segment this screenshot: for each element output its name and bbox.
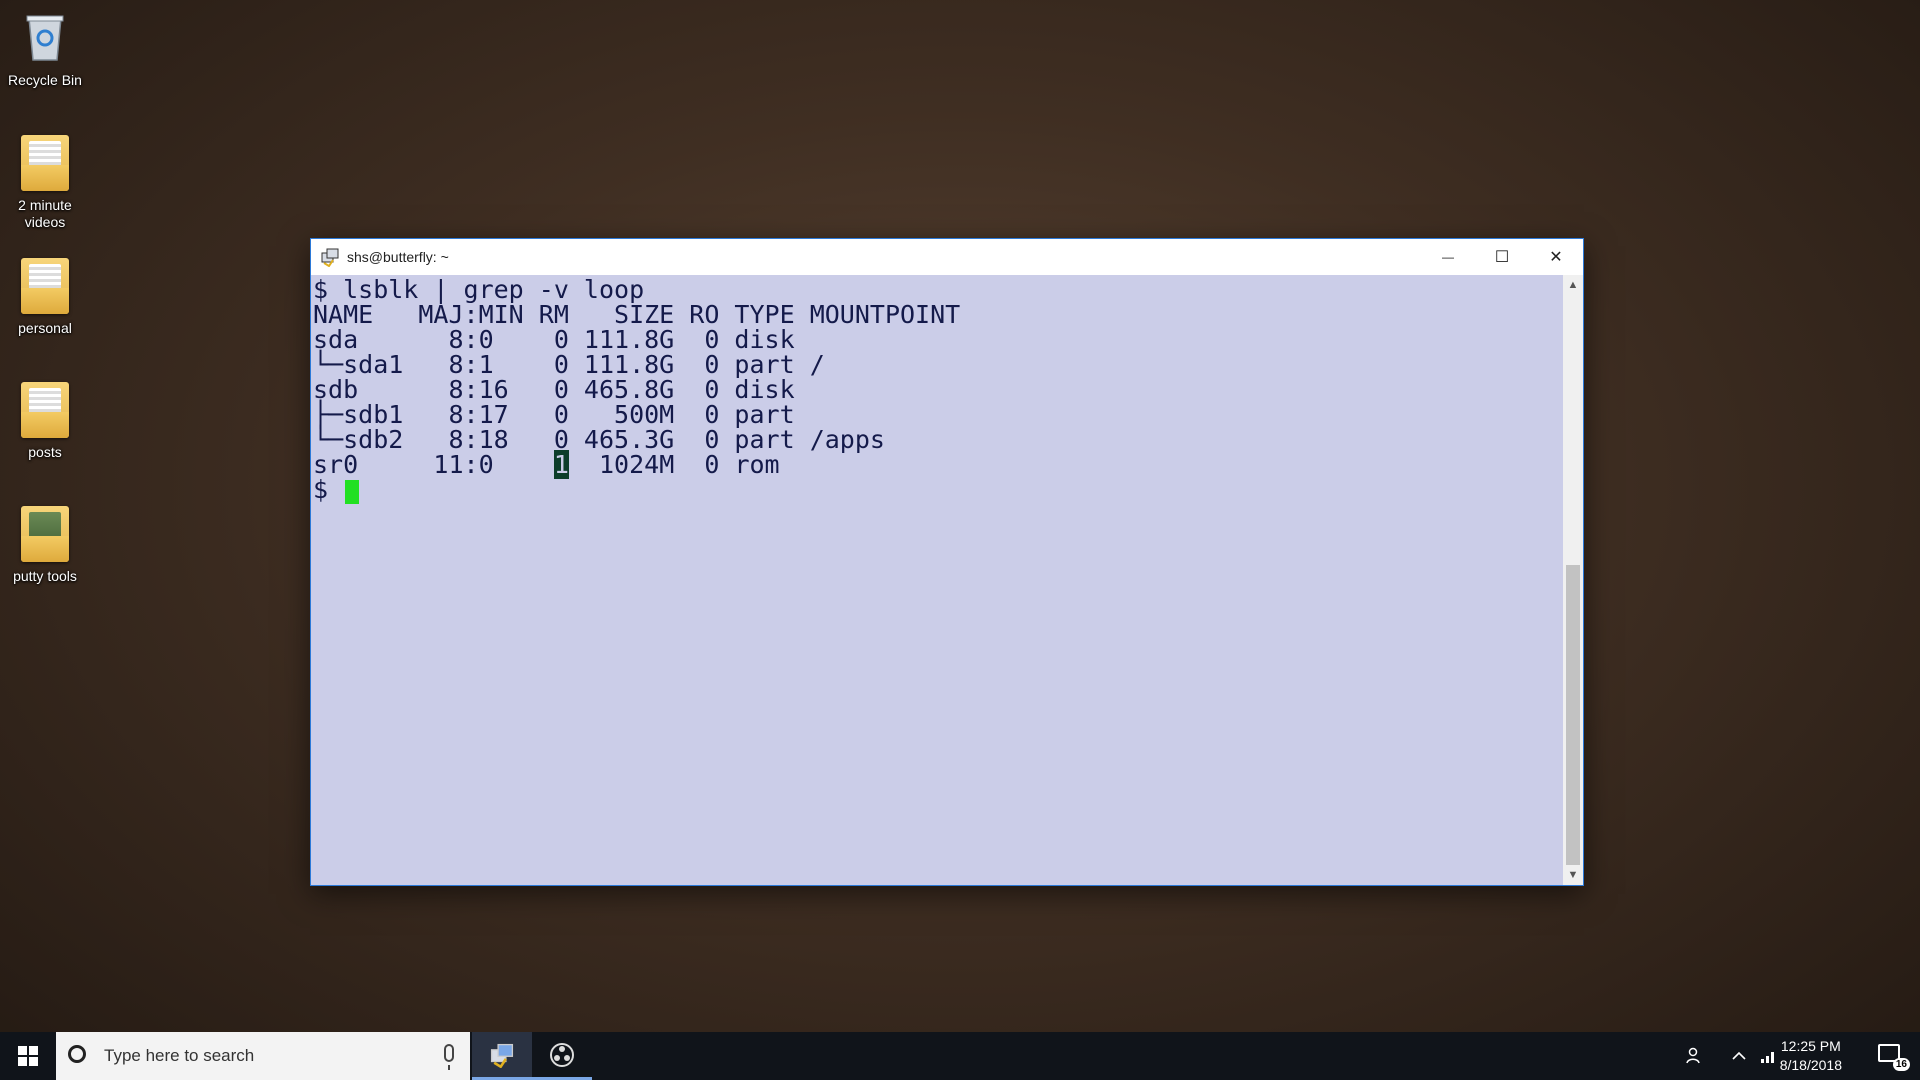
taskbar-search-box[interactable]: Type here to search	[56, 1032, 470, 1080]
maximize-button[interactable]: ☐	[1475, 239, 1529, 275]
clock-time: 12:25 PM	[1780, 1038, 1841, 1054]
terminal-line: NAME MAJ:MIN RM SIZE RO TYPE MOUNTPOINT	[313, 300, 961, 329]
windows-icon	[18, 1046, 38, 1066]
minimize-icon: —	[1442, 250, 1454, 264]
terminal-line: sda 8:0 0 111.8G 0 disk	[313, 325, 795, 354]
scroll-down-icon[interactable]: ▼	[1563, 869, 1583, 881]
close-icon: ✕	[1549, 249, 1563, 266]
desktop-icon-label: 2 minute videos	[18, 197, 72, 230]
terminal-text: sr0 11:0	[313, 450, 554, 479]
taskbar-clock[interactable]: 12:25 PM 8/18/2018	[1780, 1037, 1842, 1075]
search-placeholder: Type here to search	[104, 1046, 255, 1065]
scroll-up-icon[interactable]: ▲	[1563, 279, 1583, 291]
people-icon[interactable]	[1680, 1032, 1710, 1080]
taskbar-app-obs[interactable]	[532, 1032, 592, 1080]
terminal-line: ├─sdb1 8:17 0 500M 0 part	[313, 400, 795, 429]
desktop-icon-label: Recycle Bin	[8, 72, 82, 88]
close-button[interactable]: ✕	[1529, 239, 1583, 275]
desktop-icon-label: posts	[28, 444, 62, 460]
start-button[interactable]	[0, 1032, 56, 1080]
folder-icon	[21, 258, 69, 314]
window-title: shs@butterfly: ~	[347, 249, 449, 265]
taskbar: Type here to search 12:25 PM 8/18/2018 1…	[0, 1032, 1920, 1080]
putty-icon	[321, 248, 339, 267]
chevron-up-icon[interactable]	[1724, 1032, 1754, 1080]
terminal-line: $ lsblk | grep -v loop	[313, 275, 645, 304]
taskbar-app-putty[interactable]	[472, 1032, 532, 1080]
terminal-cursor	[345, 480, 359, 504]
terminal-line: sdb 8:16 0 465.8G 0 disk	[313, 375, 795, 404]
desktop-icon-posts[interactable]: posts	[0, 382, 90, 461]
microphone-icon[interactable]	[444, 1044, 454, 1070]
desktop-icon-label: putty tools	[13, 568, 77, 584]
maximize-icon: ☐	[1494, 249, 1510, 266]
folder-icon	[21, 382, 69, 438]
vertical-scrollbar[interactable]: ▲ ▼	[1563, 275, 1583, 885]
recycle-bin-icon	[21, 10, 69, 66]
terminal-output[interactable]: $ lsblk | grep -v loop NAME MAJ:MIN RM S…	[311, 275, 1563, 885]
desktop-icon-personal[interactable]: personal	[0, 258, 90, 337]
terminal-line: └─sda1 8:1 0 111.8G 0 part /	[313, 350, 825, 379]
desktop-icon-label: personal	[18, 320, 72, 336]
terminal-prompt: $	[313, 475, 344, 504]
terminal-line: └─sdb2 8:18 0 465.3G 0 part /apps	[313, 425, 885, 454]
putty-icon	[490, 1043, 514, 1068]
minimize-button[interactable]: —	[1421, 239, 1475, 275]
notification-count-badge: 16	[1892, 1058, 1910, 1071]
window-titlebar[interactable]: shs@butterfly: ~ — ☐ ✕	[311, 239, 1583, 275]
putty-window[interactable]: shs@butterfly: ~ — ☐ ✕ $ lsblk | grep -v…	[310, 238, 1584, 886]
terminal-selection: 1	[553, 450, 569, 479]
obs-icon	[550, 1042, 574, 1067]
terminal-line: sr0 11:0 1 1024M 0 rom	[313, 450, 780, 479]
folder-icon	[21, 506, 69, 562]
clock-date: 8/18/2018	[1779, 1057, 1842, 1073]
terminal-text: 1024M 0 rom	[568, 450, 780, 479]
desktop-icon-putty-tools[interactable]: putty tools	[0, 506, 90, 585]
cortana-icon	[68, 1045, 86, 1063]
scrollbar-thumb[interactable]	[1566, 565, 1580, 865]
folder-icon	[21, 135, 69, 191]
desktop-icon-recycle-bin[interactable]: Recycle Bin	[0, 10, 90, 89]
desktop-icon-2-minute-videos[interactable]: 2 minute videos	[0, 135, 90, 231]
